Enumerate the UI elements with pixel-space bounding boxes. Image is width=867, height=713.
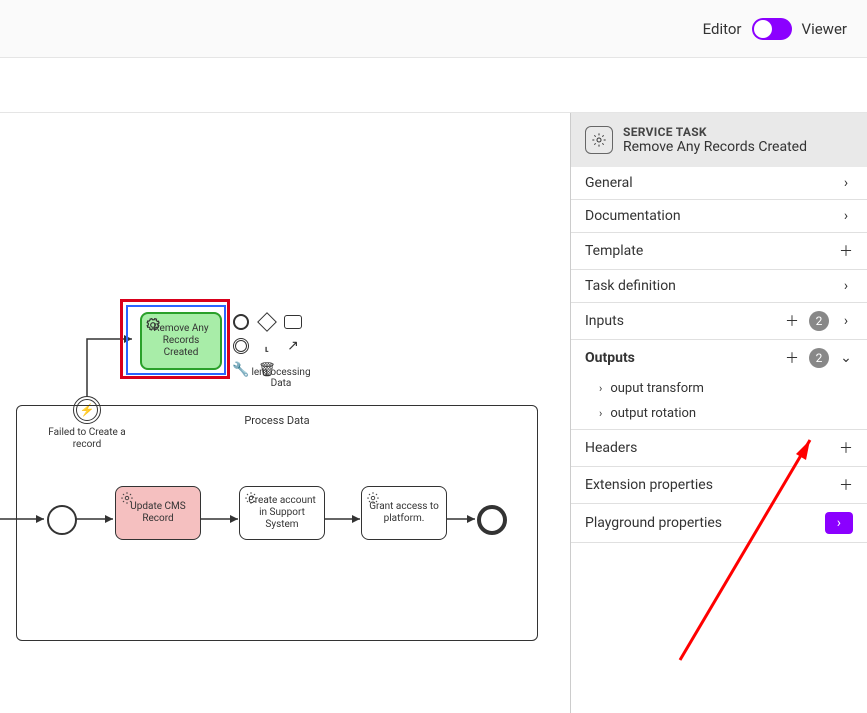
tool-intermediate-event-icon[interactable]: [231, 336, 251, 356]
output-item-label: ouput transform: [610, 381, 704, 396]
section-label: Outputs: [585, 350, 785, 366]
plus-icon[interactable]: ＋: [839, 241, 853, 261]
subprocess-container[interactable]: Process Data Update CMS Record Create ac…: [16, 405, 538, 641]
properties-panel: SERVICE TASK Remove Any Records Created …: [570, 113, 867, 713]
panel-header-text: SERVICE TASK Remove Any Records Created: [623, 125, 807, 155]
service-task-icon: [585, 126, 613, 154]
playground-run-button[interactable]: ›: [825, 512, 853, 534]
section-label: Playground properties: [585, 515, 825, 531]
element-name-label: Remove Any Records Created: [623, 139, 807, 155]
mode-toggle[interactable]: [752, 18, 792, 40]
gear-icon: [366, 491, 380, 508]
section-task-definition[interactable]: Task definition ›: [571, 270, 867, 303]
chevron-right-icon: ›: [839, 313, 853, 329]
output-item-label: output rotation: [610, 406, 696, 421]
tool-gateway-icon[interactable]: [257, 312, 277, 332]
section-playground-properties[interactable]: Playground properties ›: [571, 504, 867, 543]
count-badge: 2: [809, 311, 829, 331]
task-create-account[interactable]: Create account in Support System: [239, 486, 325, 540]
chevron-right-icon: ›: [839, 208, 853, 224]
chevron-right-icon: ›: [599, 407, 602, 420]
tool-task-icon[interactable]: [283, 312, 303, 332]
section-label: Headers: [585, 440, 839, 456]
toolbox-hint-text: lem ocessing Data: [251, 367, 311, 389]
output-item-transform[interactable]: › ouput transform: [571, 376, 867, 401]
element-type-label: SERVICE TASK: [623, 125, 807, 139]
tool-annotation-icon[interactable]: ⸤: [257, 336, 277, 356]
task-update-cms[interactable]: Update CMS Record: [115, 486, 201, 540]
gear-icon: [146, 318, 160, 335]
section-label: General: [585, 175, 839, 191]
selection-highlight-red: Remove Any Records Created: [120, 299, 230, 379]
output-item-rotation[interactable]: › output rotation: [571, 401, 867, 430]
section-label: Documentation: [585, 208, 839, 224]
plus-icon[interactable]: ＋: [785, 348, 799, 368]
task-remove-records[interactable]: Remove Any Records Created: [140, 312, 222, 370]
chevron-right-icon: ›: [599, 382, 602, 395]
section-label: Inputs: [585, 313, 785, 329]
section-label: Template: [585, 243, 839, 259]
editor-label: Editor: [703, 20, 742, 38]
plus-icon[interactable]: ＋: [839, 475, 853, 495]
gear-icon: [244, 491, 258, 508]
chevron-right-icon: ›: [837, 515, 841, 531]
diagram-canvas[interactable]: Remove Any Records Created ⸤ ↗ 🔧 🗑 lem o…: [0, 113, 570, 713]
section-inputs[interactable]: Inputs ＋ 2 ›: [571, 303, 867, 340]
tool-connect-icon[interactable]: ↗: [283, 336, 303, 356]
task-grant-access[interactable]: Grant access to platform.: [361, 486, 447, 540]
end-event[interactable]: [477, 505, 507, 535]
plus-icon[interactable]: ＋: [839, 438, 853, 458]
app-header: Editor Viewer: [0, 0, 867, 58]
start-event[interactable]: [47, 505, 77, 535]
panel-header: SERVICE TASK Remove Any Records Created: [571, 113, 867, 167]
tool-wrench-icon[interactable]: 🔧: [231, 360, 251, 380]
main-area: Remove Any Records Created ⸤ ↗ 🔧 🗑 lem o…: [0, 113, 867, 713]
section-label: Extension properties: [585, 477, 839, 493]
tool-end-event-icon[interactable]: [231, 312, 251, 332]
section-documentation[interactable]: Documentation ›: [571, 200, 867, 233]
plus-icon[interactable]: ＋: [785, 311, 799, 331]
count-badge: 2: [809, 348, 829, 368]
subprocess-title: Process Data: [17, 414, 537, 427]
section-outputs[interactable]: Outputs ＋ 2 ⌄: [571, 340, 867, 376]
chevron-right-icon: ›: [839, 278, 853, 294]
chevron-down-icon: ⌄: [839, 350, 853, 366]
section-headers[interactable]: Headers ＋: [571, 430, 867, 467]
toggle-knob: [754, 20, 772, 38]
subheader-blank: [0, 58, 867, 113]
section-template[interactable]: Template ＋: [571, 233, 867, 270]
mode-toggle-group: Editor Viewer: [703, 18, 847, 40]
section-general[interactable]: General ›: [571, 167, 867, 200]
section-extension-properties[interactable]: Extension properties ＋: [571, 467, 867, 504]
viewer-label: Viewer: [802, 20, 847, 38]
gear-icon: [120, 491, 134, 508]
section-label: Task definition: [585, 278, 839, 294]
chevron-right-icon: ›: [839, 175, 853, 191]
